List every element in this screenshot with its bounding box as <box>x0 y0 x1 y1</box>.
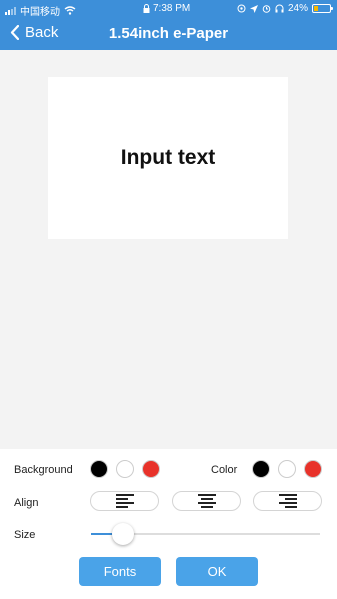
align-label: Align <box>14 497 39 509</box>
color-swatch-red[interactable] <box>304 460 322 478</box>
status-bar: 中国移动 7:38 PM 24% <box>0 0 337 18</box>
size-label: Size <box>14 529 36 541</box>
align-left-button[interactable] <box>90 491 159 511</box>
epaper-preview[interactable]: Input text <box>48 77 288 239</box>
page-title: 1.54inch e-Paper <box>108 25 229 42</box>
signal-icon <box>5 6 16 15</box>
color-swatch-white[interactable] <box>278 460 296 478</box>
size-slider-thumb[interactable] <box>112 523 135 545</box>
battery-percent: 24% <box>287 3 308 14</box>
rotation-lock-icon <box>237 4 246 13</box>
fonts-button[interactable]: Fonts <box>79 557 161 586</box>
headphones-icon <box>275 4 284 13</box>
ok-button[interactable]: OK <box>176 557 258 586</box>
location-icon <box>249 4 258 13</box>
align-center-button[interactable] <box>172 491 241 511</box>
alarm-icon <box>262 5 271 13</box>
lock-icon <box>143 4 150 13</box>
align-right-button[interactable] <box>253 491 322 511</box>
battery-fill <box>314 6 318 11</box>
header-bar: 中国移动 7:38 PM 24% Back 1.54inch e-Paper <box>0 0 337 50</box>
color-label: Color <box>211 464 238 476</box>
battery-icon <box>312 4 333 13</box>
preview-text: Input text <box>120 146 216 169</box>
align-right-icon <box>278 494 297 508</box>
clock-label: 7:38 PM <box>153 3 191 14</box>
align-left-icon <box>115 494 134 508</box>
align-center-icon <box>197 494 216 508</box>
controls-panel: Background Color Align Size Fonts OK <box>0 449 337 599</box>
background-swatch-white[interactable] <box>116 460 134 478</box>
background-swatch-black[interactable] <box>90 460 108 478</box>
color-swatch-black[interactable] <box>252 460 270 478</box>
wifi-icon <box>64 6 76 15</box>
carrier-label: 中国移动 <box>20 7 60 18</box>
background-label: Background <box>14 464 73 476</box>
background-swatch-red[interactable] <box>142 460 160 478</box>
nav-bar: Back 1.54inch e-Paper <box>0 17 337 50</box>
